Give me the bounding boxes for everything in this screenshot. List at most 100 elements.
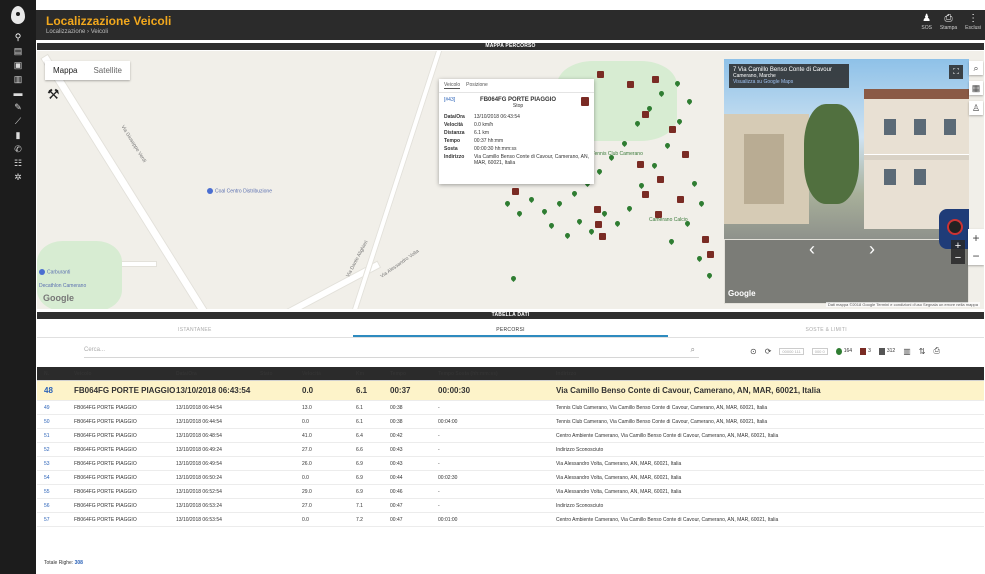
map-type-satellite[interactable]: Satellite (85, 61, 129, 80)
route-pin[interactable] (540, 207, 549, 216)
stop-pin[interactable] (642, 111, 649, 118)
tools-icon[interactable]: ⚒ (47, 86, 60, 103)
arrow-left-icon[interactable]: ‹ (809, 239, 815, 260)
popup-tab-posizione[interactable]: Posizione (466, 82, 488, 89)
stop-pin[interactable] (669, 126, 676, 133)
table-row[interactable]: 50 FB064FG PORTE PIAGGIO 13/10/2018 06:44:… (37, 415, 984, 429)
app-logo[interactable] (0, 0, 36, 30)
fuel-icon[interactable]: ▥ (0, 72, 36, 86)
route-pin[interactable] (503, 199, 512, 208)
settings-icon[interactable]: ✲ (0, 170, 36, 184)
stop-pin[interactable] (512, 188, 519, 195)
map-zoom-control[interactable]: + − (968, 229, 984, 265)
route-pin[interactable] (650, 161, 659, 170)
route-pin[interactable] (690, 179, 699, 188)
chart-icon[interactable]: ⟋ (0, 114, 36, 128)
route-pin[interactable] (555, 199, 564, 208)
route-pin[interactable] (683, 219, 692, 228)
popup-tab-veicolo[interactable]: Veicolo (444, 82, 461, 89)
table-row[interactable]: 56 FB064FG PORTE PIAGGIO 13/10/2018 06:53:… (37, 499, 984, 513)
battery-icon[interactable]: ▮ (0, 128, 36, 142)
route-pin[interactable] (620, 139, 629, 148)
map-type-mappa[interactable]: Mappa (45, 61, 85, 80)
route-pin[interactable] (697, 199, 706, 208)
refresh-icon[interactable]: ⟳ (765, 347, 772, 356)
columns-icon[interactable]: ▥ (903, 347, 911, 356)
route-pin[interactable] (563, 231, 572, 240)
wrench-icon[interactable]: ✎ (0, 100, 36, 114)
stop-pin[interactable] (702, 236, 709, 243)
route-pin[interactable] (685, 97, 694, 106)
table-row[interactable]: 54 FB064FG PORTE PIAGGIO 13/10/2018 06:50:… (37, 471, 984, 485)
stop-pin[interactable] (655, 211, 662, 218)
google-maps-link[interactable]: Visualizza su Google Maps (733, 79, 845, 85)
route-pin[interactable] (575, 217, 584, 226)
route-pin[interactable] (547, 221, 556, 230)
route-pin[interactable] (527, 195, 536, 204)
route-pin[interactable] (667, 237, 676, 246)
filter-field[interactable]: 00000 111 (779, 347, 804, 355)
route-pin[interactable] (595, 167, 604, 176)
document-icon[interactable]: ▤ (0, 44, 36, 58)
table-row[interactable]: 48 FB064FG PORTE PIAGGIO 13/10/2018 06:43:… (37, 381, 984, 401)
route-pin[interactable] (570, 189, 579, 198)
sort-icon[interactable]: ⇅ (919, 347, 926, 356)
stop-pin[interactable] (652, 76, 659, 83)
print-table-icon[interactable]: ⎙ (933, 346, 939, 356)
stop-pin[interactable] (597, 71, 604, 78)
tab-istantanee[interactable]: ISTANTANEE (37, 322, 353, 337)
sos-button[interactable]: ♟ SOS (921, 13, 932, 31)
users-icon[interactable]: ☷ (0, 156, 36, 170)
table-row[interactable]: 52 FB064FG PORTE PIAGGIO 13/10/2018 06:49:… (37, 443, 984, 457)
target-icon[interactable]: ⊙ (750, 347, 757, 356)
route-pin[interactable] (613, 219, 622, 228)
route-pin[interactable] (515, 209, 524, 218)
count-other[interactable]: 312 (878, 347, 895, 355)
count-go[interactable]: 164 (835, 347, 852, 355)
route-pin[interactable] (587, 227, 596, 236)
route-pin[interactable] (705, 271, 714, 280)
layers-icon[interactable]: ▦ (969, 81, 983, 95)
tab-soste-limiti[interactable]: SOSTE & LIMITI (668, 322, 984, 337)
count-stop[interactable]: 3 (860, 347, 871, 355)
zoom-in-button[interactable]: + (968, 229, 984, 247)
stop-pin[interactable] (657, 176, 664, 183)
print-button[interactable]: ⎙ Stampa (940, 13, 957, 31)
street-view-panel[interactable]: 7 Via Camillo Benso Conte di Cavour Came… (724, 59, 969, 304)
table-row[interactable]: 51 FB064FG PORTE PIAGGIO 13/10/2018 06:48:… (37, 429, 984, 443)
stop-pin[interactable] (637, 161, 644, 168)
stop-pin[interactable] (594, 206, 601, 213)
search-input[interactable]: Cerca... ⌕ (84, 344, 699, 358)
fullscreen-icon[interactable]: ⛶ (949, 65, 963, 79)
compass-icon[interactable] (947, 219, 963, 235)
stop-pin[interactable] (599, 233, 606, 240)
table-row[interactable]: 55 FB064FG PORTE PIAGGIO 13/10/2018 06:52:… (37, 485, 984, 499)
bus-icon[interactable]: ▣ (0, 58, 36, 72)
route-pin[interactable] (663, 141, 672, 150)
route-pin[interactable] (695, 254, 704, 263)
map-pin-icon[interactable]: ⚲ (0, 30, 36, 44)
route-pin[interactable] (675, 117, 684, 126)
route-map[interactable]: Mappa Satellite ⚒ Coal Centro Distribuzi… (37, 51, 984, 309)
zoom-out-button[interactable]: − (968, 247, 984, 265)
stop-pin[interactable] (707, 251, 714, 258)
stop-pin[interactable] (595, 221, 602, 228)
pegman-icon[interactable]: ♙ (969, 101, 983, 115)
route-pin[interactable] (600, 209, 609, 218)
route-pin[interactable] (637, 181, 646, 190)
more-button[interactable]: ⋮ Esclusi (965, 13, 981, 31)
stop-pin[interactable] (627, 81, 634, 88)
truck-icon[interactable]: ▬ (0, 86, 36, 100)
table-row[interactable]: 53 FB064FG PORTE PIAGGIO 13/10/2018 06:49:… (37, 457, 984, 471)
street-zoom-control[interactable]: + − (951, 240, 965, 264)
phone-icon[interactable]: ✆ (0, 142, 36, 156)
table-row[interactable]: 57 FB064FG PORTE PIAGGIO 13/10/2018 06:53:… (37, 513, 984, 527)
filter-field[interactable]: 000 0 (811, 347, 828, 355)
stop-pin[interactable] (642, 191, 649, 198)
zoom-search-icon[interactable]: ⌕ (969, 61, 983, 75)
table-row[interactable]: 49 FB064FG PORTE PIAGGIO 13/10/2018 06:44:… (37, 401, 984, 415)
route-pin[interactable] (509, 274, 518, 283)
route-pin[interactable] (625, 204, 634, 213)
stop-pin[interactable] (682, 151, 689, 158)
arrow-right-icon[interactable]: › (869, 239, 875, 260)
